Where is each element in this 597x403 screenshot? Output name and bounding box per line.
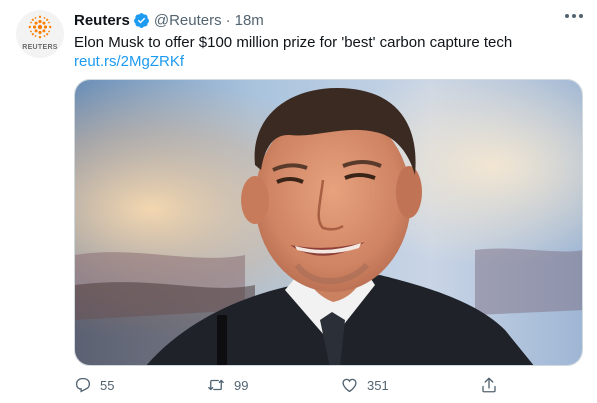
tweet-link[interactable]: reut.rs/2MgZRKf	[74, 52, 184, 72]
more-options-icon[interactable]	[565, 14, 583, 18]
avatar-label: REUTERS	[22, 44, 58, 51]
tweet-text: Elon Musk to offer $100 million prize fo…	[74, 34, 513, 51]
account-handle[interactable]: @Reuters	[154, 12, 222, 29]
tweet-timestamp[interactable]: 18m	[235, 12, 264, 29]
photo-image	[75, 80, 582, 365]
tweet-header: Reuters @Reuters · 18m	[74, 10, 264, 30]
retweet-icon	[208, 379, 224, 391]
retweet-button[interactable]: 99	[206, 376, 248, 394]
reply-count: 55	[100, 377, 115, 393]
like-button[interactable]: 351	[340, 376, 389, 394]
verified-badge-icon	[133, 12, 150, 29]
reply-icon	[75, 377, 91, 393]
reply-button[interactable]: 55	[74, 376, 114, 394]
heart-icon	[342, 378, 357, 393]
header-separator: ·	[225, 11, 231, 29]
share-icon	[482, 377, 496, 393]
like-count: 351	[367, 377, 389, 393]
tweet-actions: 55 99 351	[74, 376, 504, 396]
tweet-photo[interactable]	[74, 79, 583, 366]
retweet-count: 99	[234, 377, 249, 393]
share-button[interactable]	[480, 376, 506, 394]
avatar[interactable]: REUTERS	[16, 10, 64, 58]
account-name[interactable]: Reuters	[74, 12, 130, 29]
reuters-logo-icon	[28, 15, 52, 39]
